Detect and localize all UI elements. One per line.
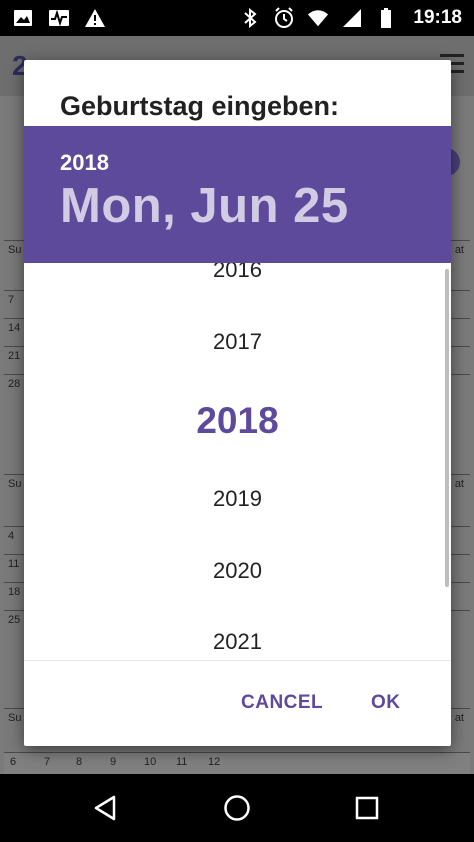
home-icon[interactable] <box>223 794 251 822</box>
cancel-button[interactable]: CANCEL <box>241 692 323 714</box>
activity-icon <box>48 7 70 29</box>
alarm-icon <box>273 7 295 29</box>
background-bottom-row: 6 7 8 9 10 11 12 <box>4 752 470 774</box>
back-icon[interactable] <box>92 794 120 822</box>
wifi-icon <box>307 7 329 29</box>
dialog-title: Geburtstag eingeben: <box>60 91 340 121</box>
year-list-scrollbar[interactable] <box>445 269 449 587</box>
date-picker-dialog: Geburtstag eingeben: 2018 Mon, Jun 25 20… <box>24 60 451 746</box>
warning-icon <box>84 7 106 29</box>
date-header: 2018 Mon, Jun 25 <box>24 126 451 263</box>
header-year[interactable]: 2018 <box>60 150 109 176</box>
status-bar: 19:18 <box>0 0 474 36</box>
dialog-divider <box>24 660 451 661</box>
clock: 19:18 <box>413 7 462 28</box>
ok-button[interactable]: OK <box>371 692 401 714</box>
year-item[interactable]: 2019 <box>24 486 451 512</box>
year-item[interactable]: 2016 <box>24 263 451 283</box>
header-date[interactable]: Mon, Jun 25 <box>60 178 349 234</box>
navigation-bar <box>0 774 474 842</box>
recents-icon[interactable] <box>353 794 381 822</box>
signal-icon <box>341 7 363 29</box>
year-item-selected[interactable]: 2018 <box>24 400 451 442</box>
year-item[interactable]: 2017 <box>24 329 451 355</box>
image-icon <box>12 7 34 29</box>
year-item[interactable]: 2020 <box>24 558 451 584</box>
year-list[interactable]: 2016 2017 2018 2019 2020 2021 <box>24 263 451 660</box>
battery-icon <box>375 7 397 29</box>
year-item[interactable]: 2021 <box>24 629 451 655</box>
bluetooth-icon <box>239 7 261 29</box>
